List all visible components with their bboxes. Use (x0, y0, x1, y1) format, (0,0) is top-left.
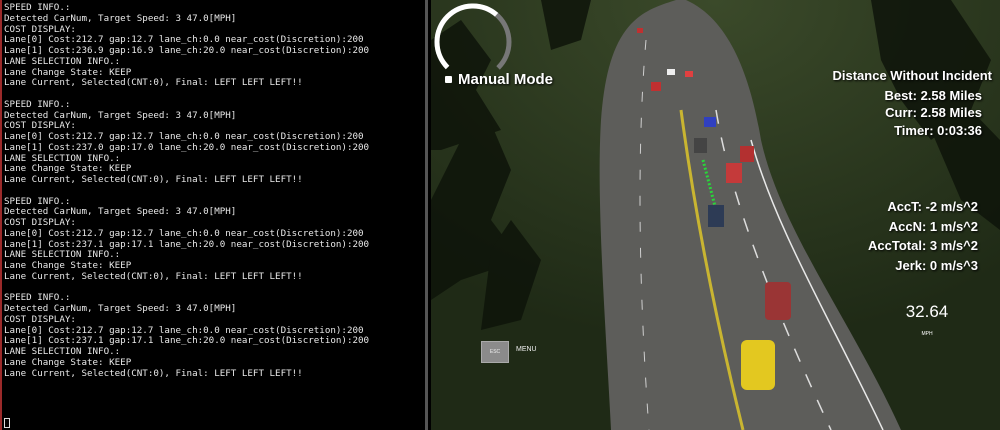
speed-value: 32.64 (905, 302, 949, 321)
distance-panel: Distance Without Incident Best: 2.58 Mil… (833, 67, 993, 139)
terminal-line: Detected CarNum, Target Speed: 3 47.0[MP… (4, 12, 237, 24)
car-ego-front (708, 205, 724, 227)
terminal-edge (0, 0, 2, 430)
car-far-1 (637, 28, 643, 33)
car-red-2 (726, 163, 742, 183)
speedometer-track (434, 3, 512, 81)
esc-button[interactable]: ESC (481, 341, 509, 363)
terminal-line: COST DISPLAY: (4, 313, 76, 325)
jerk: Jerk: 0 m/s^3 (895, 257, 978, 273)
terminal-line: Lane Change State: KEEP (4, 356, 132, 368)
current-distance: Curr: 2.58 Miles (885, 105, 982, 120)
car-far-2 (667, 69, 675, 75)
terminal-line: Lane Current, Selected(CNT:0), Final: LE… (4, 77, 303, 89)
terminal-window[interactable]: SPEED INFO.: Detected CarNum, Target Spee… (0, 0, 428, 430)
car-far-3 (685, 71, 693, 77)
acc-t: AccT: -2 m/s^2 (887, 199, 978, 214)
menu-label: MENU (516, 346, 537, 353)
terminal-line: Lane[0] Cost:212.7 gap:12.7 lane_ch:0.0 … (4, 227, 364, 239)
terminal-line: LANE SELECTION INFO.: (4, 55, 121, 67)
terminal-line: SPEED INFO.: (4, 98, 71, 110)
car-red-1 (740, 146, 754, 162)
speed-unit: MPH (921, 331, 933, 337)
terminal-line: Lane Current, Selected(CNT:0), Final: LE… (4, 367, 303, 379)
speedometer-gauge (434, 3, 512, 81)
speedometer-fill (434, 3, 512, 81)
car-far-4 (651, 82, 661, 91)
terminal-line: Lane[1] Cost:237.0 gap:17.0 lane_ch:20.0… (4, 141, 370, 153)
simulator-view[interactable]: Manual Mode Distance Without Incident Be… (431, 0, 1000, 430)
acc-n: AccN: 1 m/s^2 (888, 218, 978, 234)
terminal-cursor (4, 418, 10, 428)
car-blue (704, 117, 716, 127)
distance-title: Distance Without Incident (832, 68, 993, 83)
acc-total: AccTotal: 3 m/s^2 (868, 238, 978, 253)
terminal-line: Lane Current, Selected(CNT:0), Final: LE… (4, 270, 303, 282)
terminal-output: SPEED INFO.: Detected CarNum, Target Spee… (0, 0, 425, 390)
ego-car (741, 340, 775, 390)
terminal-line: Lane Current, Selected(CNT:0), Final: LE… (4, 174, 303, 185)
timer: Timer: 0:03:36 (894, 122, 982, 138)
car-red-3 (765, 282, 791, 320)
car-gray (694, 138, 707, 153)
best-distance: Best: 2.58 Miles (884, 87, 982, 103)
acceleration-panel: AccT: -2 m/s^2 AccN: 1 m/s^2 AccTotal: 3… (868, 197, 978, 275)
